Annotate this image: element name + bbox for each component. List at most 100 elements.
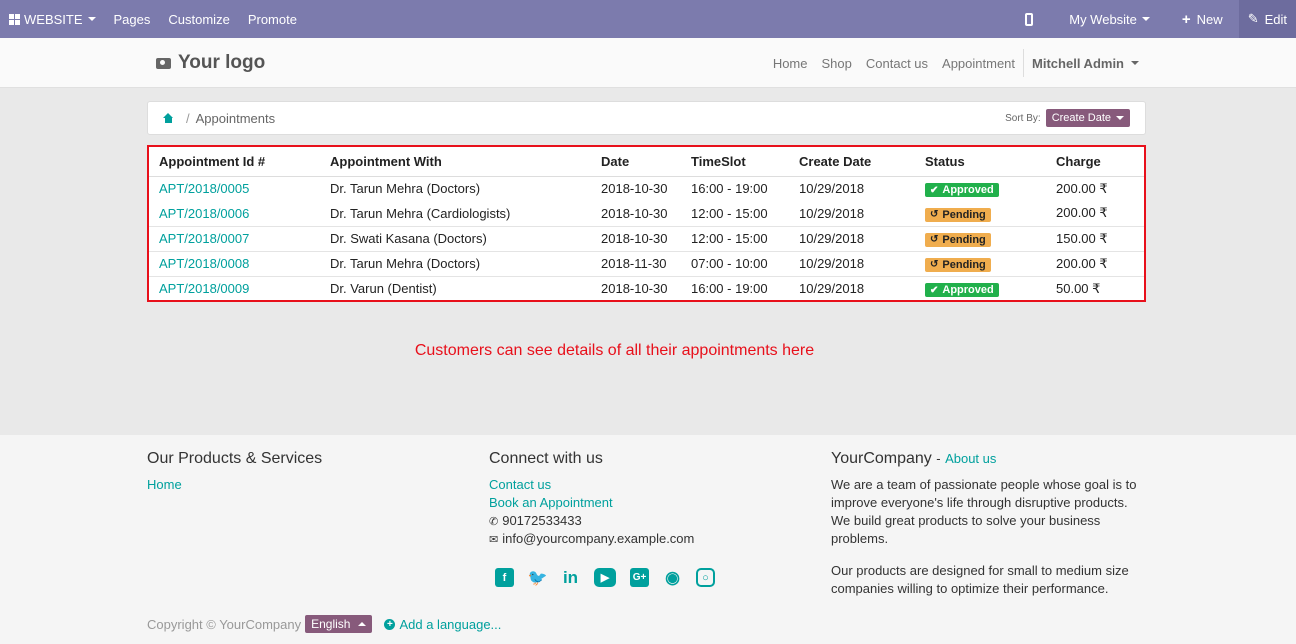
header-create-date: Create Date: [789, 147, 915, 177]
appointment-with: Dr. Tarun Mehra (Doctors): [320, 250, 591, 276]
pages-label: Pages: [113, 11, 151, 27]
camera-icon: [156, 57, 171, 69]
appointment-charge: 200.00 ₹: [1046, 175, 1144, 201]
header-appointment-with: Appointment With: [320, 147, 591, 177]
google-plus-icon[interactable]: G+: [630, 568, 649, 587]
header-timeslot: TimeSlot: [681, 147, 789, 177]
language-value: English: [311, 617, 351, 631]
sort-dropdown[interactable]: Create Date: [1045, 109, 1130, 127]
email-address: info@yourcompany.example.com: [502, 531, 695, 546]
footer-products-title: Our Products & Services: [147, 450, 323, 467]
appointment-charge: 50.00 ₹: [1046, 275, 1144, 301]
appointment-timeslot: 16:00 - 19:00: [681, 175, 789, 201]
admin-bar: WEBSITE Pages Customize Promote My Websi…: [0, 0, 1296, 38]
appointment-id-link[interactable]: APT/2018/0008: [159, 256, 249, 271]
my-website-menu[interactable]: My Website: [1053, 0, 1166, 38]
envelope-icon: ✉: [489, 534, 499, 546]
status-text: Pending: [942, 208, 986, 221]
table-row: APT/2018/0006 Dr. Tarun Mehra (Cardiolog…: [149, 201, 1144, 226]
check-icon: ✔: [930, 184, 939, 196]
status-text: Pending: [942, 258, 986, 271]
appointment-create-date: 10/29/2018: [789, 250, 915, 276]
social-links: f 🐦 in ▶ G+ ◉ ○: [495, 568, 789, 587]
website-menu-label: WEBSITE: [24, 11, 83, 27]
pencil-icon: ✎: [1247, 11, 1259, 26]
clock-icon: ↺: [930, 259, 939, 271]
appointment-with: Dr. Swati Kasana (Doctors): [320, 225, 591, 251]
footer-phone: ✆ 90172533433: [489, 512, 789, 530]
status-badge: ↺ Pending: [925, 257, 991, 272]
status-badge: ✔ Approved: [925, 283, 999, 297]
status-badge: ↺ Pending: [925, 232, 991, 247]
footer-home-link[interactable]: Home: [147, 477, 182, 492]
sort-value: Create Date: [1051, 112, 1111, 124]
website-menu[interactable]: WEBSITE: [0, 0, 105, 38]
header-charge: Charge: [1046, 147, 1144, 177]
language-dropdown[interactable]: English: [305, 615, 373, 633]
annotation-note: Customers can see details of all their a…: [414, 342, 815, 359]
appointment-charge: 200.00 ₹: [1046, 250, 1144, 276]
sort-control: Sort By: Create Date: [1005, 109, 1130, 127]
promote-menu[interactable]: Promote: [239, 0, 306, 38]
check-icon: ✔: [930, 284, 939, 296]
appointment-timeslot: 16:00 - 19:00: [681, 275, 789, 301]
edit-button[interactable]: ✎ Edit: [1238, 0, 1296, 38]
appointment-id-link[interactable]: APT/2018/0006: [159, 206, 249, 221]
mobile-icon: [1025, 12, 1034, 26]
footer-company: YourCompany - About us We are a team of …: [831, 450, 1149, 598]
add-language-link[interactable]: + Add a language...: [384, 617, 501, 632]
appointment-timeslot: 07:00 - 10:00: [681, 250, 789, 276]
pages-menu[interactable]: Pages: [105, 0, 160, 38]
youtube-icon[interactable]: ▶: [594, 568, 616, 587]
nav-contact-us[interactable]: Contact us: [859, 56, 935, 71]
footer-book-link[interactable]: Book an Appointment: [489, 495, 613, 510]
status-text: Approved: [942, 284, 994, 296]
appointment-id-link[interactable]: APT/2018/0009: [159, 281, 249, 296]
appointment-create-date: 10/29/2018: [799, 205, 865, 221]
apps-grid-icon: [9, 13, 20, 25]
facebook-icon[interactable]: f: [495, 568, 514, 587]
user-menu[interactable]: Mitchell Admin: [1023, 49, 1139, 77]
appointments-table: Appointment Id # Appointment With Date T…: [149, 147, 1144, 301]
new-button[interactable]: + New: [1166, 0, 1239, 38]
appointment-id-link[interactable]: APT/2018/0005: [159, 181, 249, 196]
footer-contact-link[interactable]: Contact us: [489, 477, 551, 492]
table-row: APT/2018/0007 Dr. Swati Kasana (Doctors)…: [149, 225, 1144, 251]
table-row: APT/2018/0005 Dr. Tarun Mehra (Doctors) …: [149, 175, 1144, 201]
table-header-row: Appointment Id # Appointment With Date T…: [149, 147, 1144, 177]
linkedin-icon[interactable]: in: [561, 568, 580, 587]
breadcrumb-current: Appointments: [195, 110, 276, 126]
home-icon[interactable]: [163, 113, 174, 123]
appointment-date: 2018-10-30: [591, 275, 681, 301]
footer-connect: Connect with us Contact us Book an Appoi…: [489, 450, 789, 587]
company-description: We are a team of passionate people whose…: [831, 477, 1137, 546]
breadcrumb: / Appointments Sort By: Create Date: [147, 101, 1146, 135]
new-label: New: [1196, 11, 1223, 27]
copyright-text: Copyright © YourCompany: [147, 616, 302, 632]
site-footer: Our Products & Services Home Connect wit…: [0, 435, 1296, 644]
appointment-id-link[interactable]: APT/2018/0007: [159, 231, 249, 246]
appointment-with: Dr. Tarun Mehra (Cardiologists): [330, 205, 511, 221]
site-logo[interactable]: Your logo: [156, 52, 265, 74]
appointment-create-date: 10/29/2018: [789, 175, 915, 201]
github-icon[interactable]: ◉: [663, 568, 682, 587]
customize-menu[interactable]: Customize: [159, 0, 238, 38]
status-text: Pending: [942, 233, 986, 246]
header-date: Date: [591, 147, 681, 177]
nav-shop[interactable]: Shop: [815, 56, 859, 71]
nav-appointment[interactable]: Appointment: [935, 56, 1022, 71]
twitter-icon[interactable]: 🐦: [528, 568, 548, 587]
appointment-date: 2018-10-30: [591, 225, 681, 251]
promote-label: Promote: [247, 11, 297, 27]
mobile-preview-button[interactable]: [1005, 0, 1053, 38]
company-description-2: Our products are designed for small to m…: [831, 563, 1129, 596]
footer-email: ✉ info@yourcompany.example.com: [489, 530, 789, 548]
sort-label: Sort By:: [1005, 112, 1041, 124]
appointment-with: Dr. Tarun Mehra (Doctors): [320, 175, 591, 201]
add-language-label: Add a language...: [399, 616, 502, 632]
appointment-date: 2018-11-30: [591, 250, 681, 276]
instagram-icon[interactable]: ○: [696, 568, 715, 587]
about-us-link[interactable]: About us: [945, 451, 996, 466]
nav-home[interactable]: Home: [766, 56, 815, 71]
edit-label: Edit: [1264, 11, 1287, 27]
